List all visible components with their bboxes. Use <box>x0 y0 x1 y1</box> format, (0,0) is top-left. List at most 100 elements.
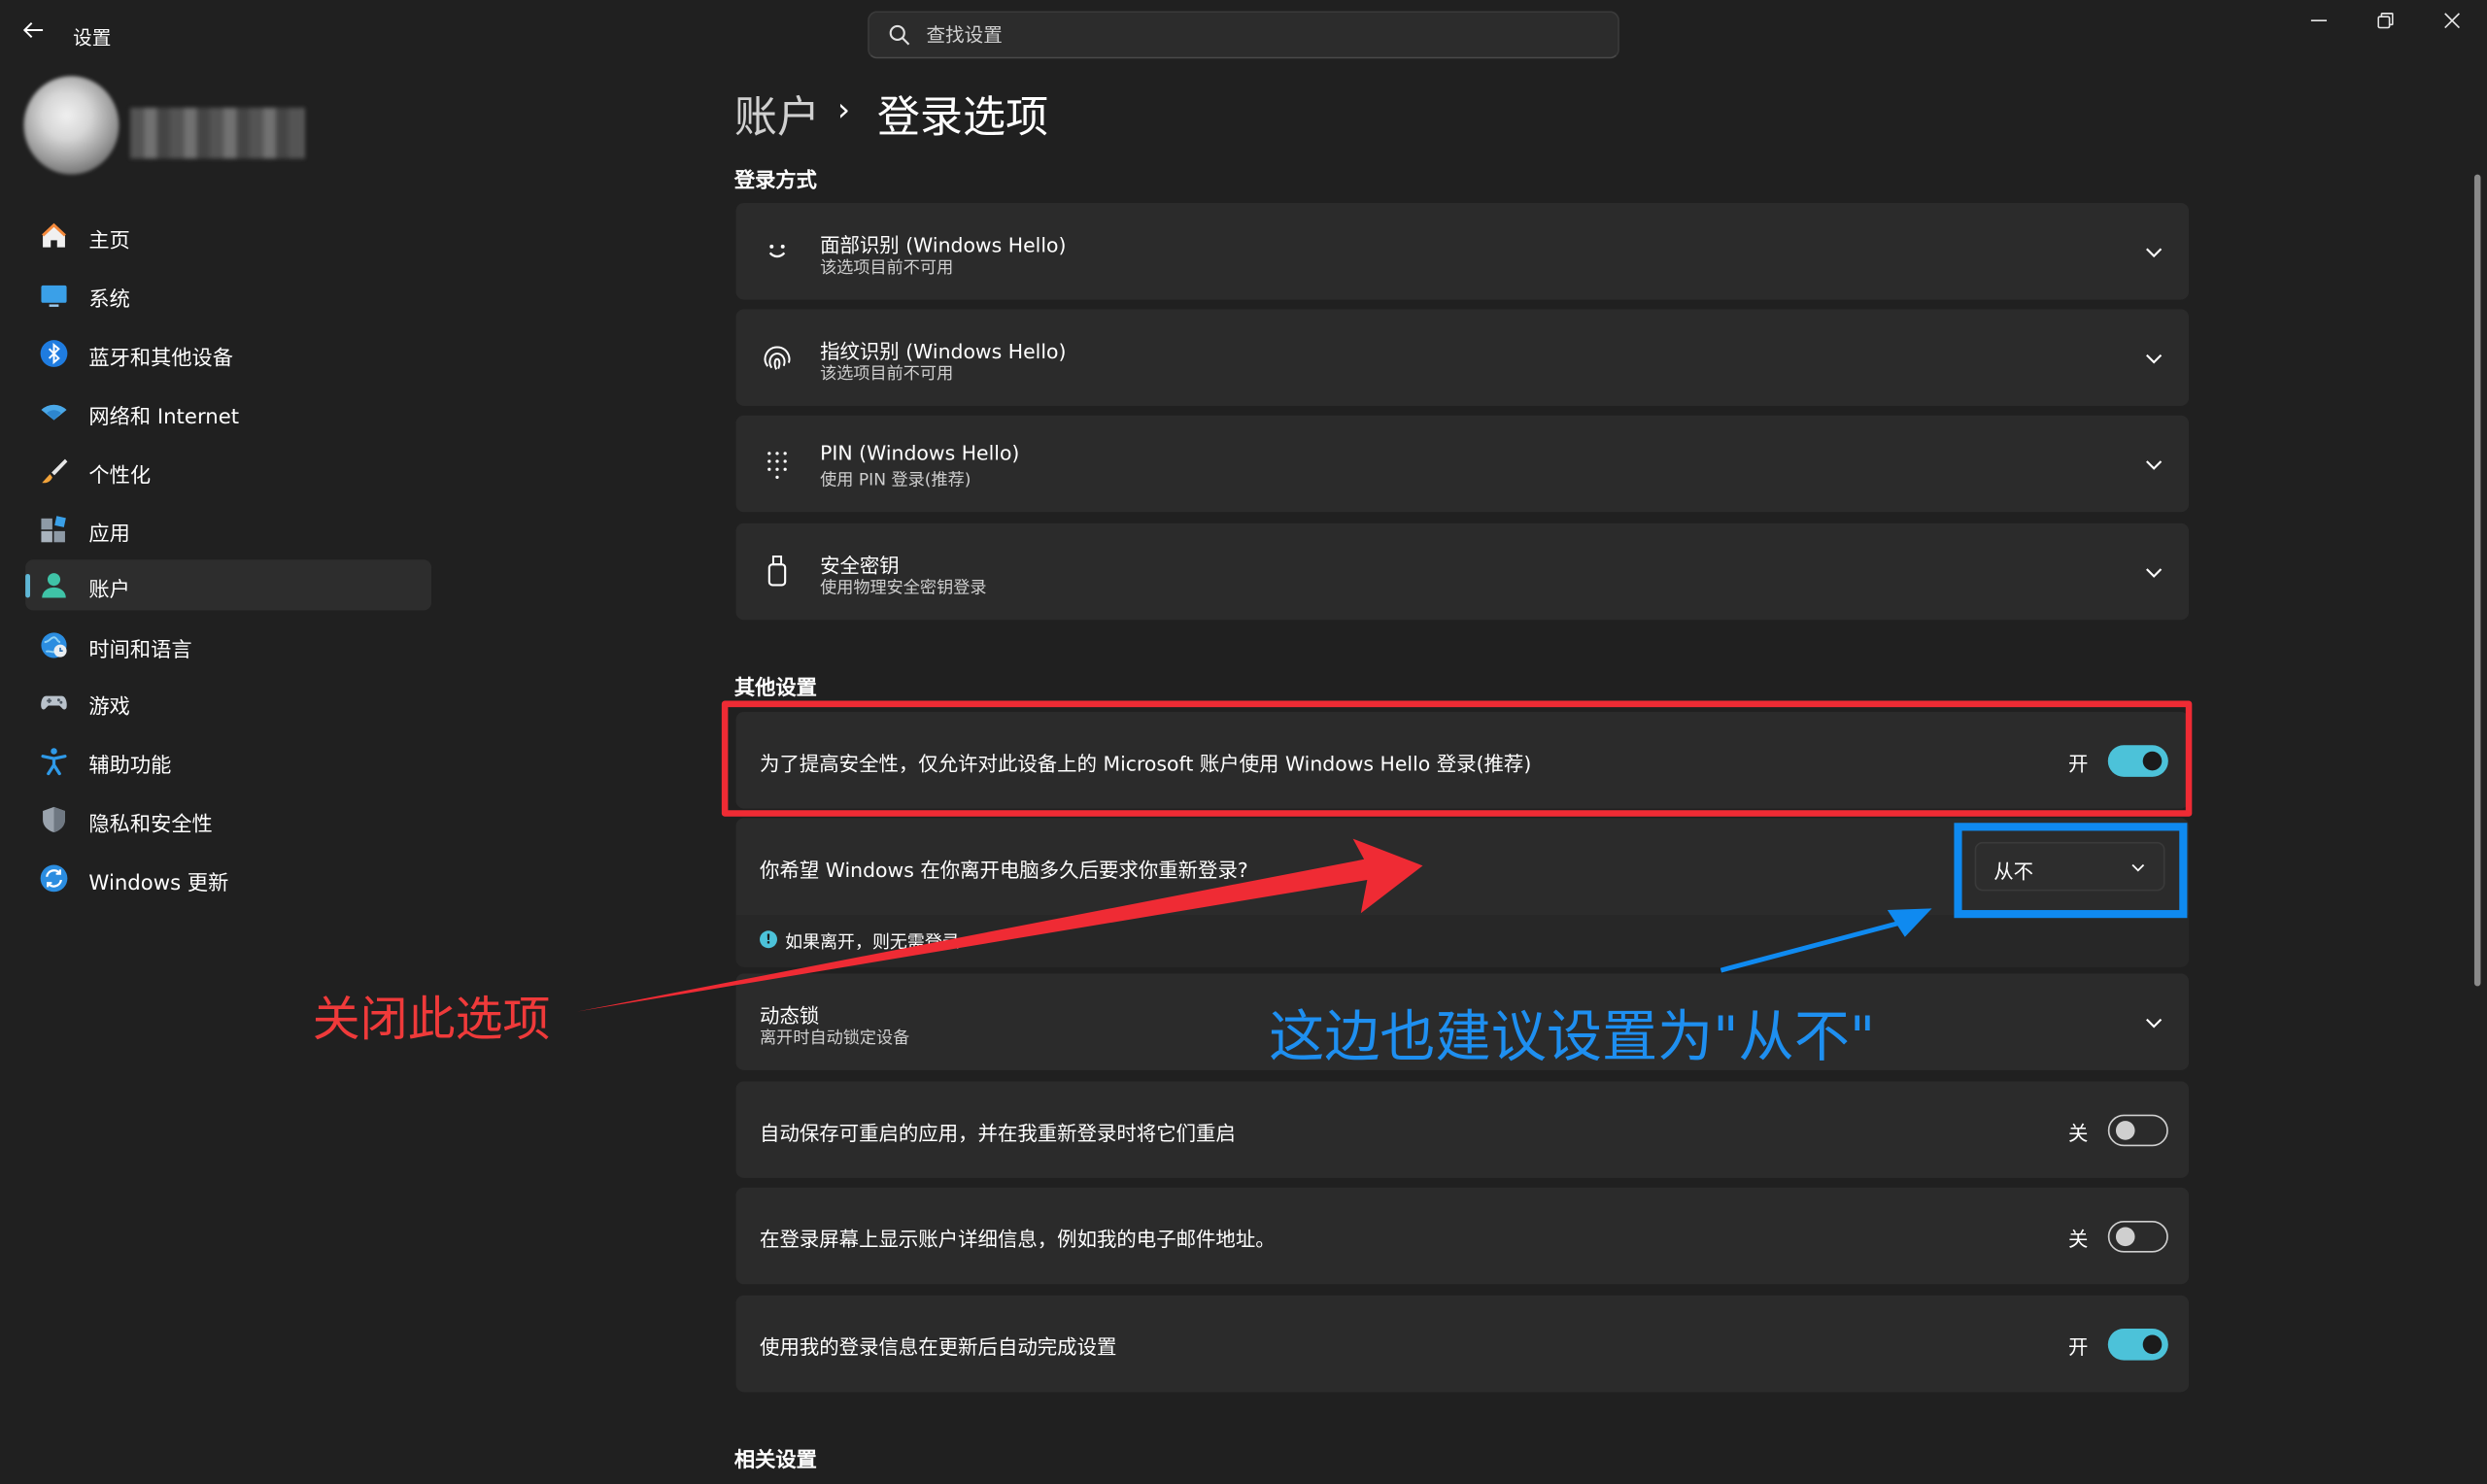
chevron-down-icon <box>2146 248 2163 258</box>
chevron-down-icon <box>2146 568 2163 578</box>
card-subtitle: 使用物理安全密钥登录 <box>820 578 987 598</box>
sidebar-item-label: 账户 <box>88 578 130 603</box>
sidebar-item-network[interactable]: 网络和 Internet <box>25 387 431 437</box>
chevron-down-icon <box>2146 460 2163 470</box>
bluetooth-icon <box>40 340 68 367</box>
scrollbar[interactable] <box>2473 174 2481 987</box>
sidebar-item-label: 主页 <box>88 229 130 254</box>
restart-apps-setting: 自动保存可重启的应用，并在我重新登录时将它们重启 关 <box>735 1081 2190 1178</box>
red-annotation-text: 关闭此选项 <box>312 992 551 1049</box>
breadcrumb-separator: › <box>837 90 851 129</box>
other-settings-heading: 其他设置 <box>733 677 817 701</box>
card-subtitle: 该选项目前不可用 <box>820 364 954 385</box>
setting-label: 使用我的登录信息在更新后自动完成设置 <box>760 1334 1117 1360</box>
maximize-button[interactable] <box>2354 7 2417 42</box>
back-button[interactable] <box>20 17 52 50</box>
page-title: 登录选项 <box>876 93 1049 143</box>
card-title: 面部识别 (Windows Hello) <box>820 232 1067 257</box>
toggle-state-label: 关 <box>2067 1121 2089 1145</box>
update-icon <box>40 864 68 893</box>
sidebar-item-system[interactable]: 系统 <box>25 270 431 320</box>
sidebar-item-gaming[interactable]: 游戏 <box>25 677 431 727</box>
toggle-state-label: 开 <box>2067 1334 2089 1360</box>
require-signin-info: ! 如果离开，则无需登录 <box>735 914 2190 967</box>
search-icon <box>889 24 910 46</box>
fingerprint-card[interactable]: 指纹识别 (Windows Hello) 该选项目前不可用 <box>735 309 2190 406</box>
sidebar-item-label: 应用 <box>88 523 130 548</box>
sidebar-item-time-language[interactable]: 时间和语言 <box>25 620 431 670</box>
sidebar-item-label: 网络和 Internet <box>88 405 240 430</box>
window-title: 设置 <box>73 26 112 50</box>
card-title: PIN (Windows Hello) <box>820 440 1020 465</box>
use-signin-info-toggle[interactable] <box>2107 1329 2168 1361</box>
pin-keypad-icon <box>767 452 787 480</box>
card-subtitle: 离开时自动锁定设备 <box>760 1029 910 1049</box>
sidebar-item-personalization[interactable]: 个性化 <box>25 446 431 496</box>
gamepad-icon <box>41 695 67 710</box>
home-icon <box>42 222 66 248</box>
red-highlight-box <box>721 700 2193 817</box>
accessibility-icon <box>41 748 67 776</box>
show-account-details-setting: 在登录屏幕上显示账户详细信息，例如我的电子邮件地址。 关 <box>735 1187 2190 1285</box>
selection-indicator <box>25 573 31 598</box>
breadcrumb-parent[interactable]: 账户 <box>734 83 820 145</box>
back-arrow-icon <box>22 21 44 39</box>
sidebar-item-label: 时间和语言 <box>88 638 192 663</box>
restart-apps-toggle[interactable] <box>2107 1114 2168 1147</box>
sidebar-item-bluetooth[interactable]: 蓝牙和其他设备 <box>25 328 431 379</box>
face-icon <box>768 244 786 258</box>
info-icon: ! <box>760 930 777 949</box>
card-subtitle: 该选项目前不可用 <box>820 258 954 278</box>
sidebar-item-windows-update[interactable]: Windows 更新 <box>25 853 431 903</box>
signin-methods-heading: 登录方式 <box>733 169 817 194</box>
close-button[interactable] <box>2420 7 2483 42</box>
card-title: 安全密钥 <box>820 553 900 578</box>
sidebar-item-privacy[interactable]: 隐私和安全性 <box>25 794 431 845</box>
sidebar-item-apps[interactable]: 应用 <box>25 504 431 555</box>
face-recognition-card[interactable]: 面部识别 (Windows Hello) 该选项目前不可用 <box>735 202 2190 300</box>
search-input[interactable] <box>926 13 1593 57</box>
restore-icon <box>2377 13 2394 29</box>
security-key-card[interactable]: 安全密钥 使用物理安全密钥登录 <box>735 523 2190 621</box>
sidebar-item-label: 系统 <box>88 288 130 313</box>
sidebar-item-label: 辅助功能 <box>88 755 172 779</box>
toggle-state-label: 关 <box>2067 1227 2089 1252</box>
chevron-down-icon <box>2146 1018 2163 1029</box>
card-title: 指纹识别 (Windows Hello) <box>820 339 1067 363</box>
security-key-icon <box>767 556 787 587</box>
setting-label: 自动保存可重启的应用，并在我重新登录时将它们重启 <box>760 1121 1236 1145</box>
setting-label: 你希望 Windows 在你离开电脑多久后要求你重新登录? <box>760 858 1248 882</box>
avatar <box>23 76 119 175</box>
use-signin-info-setting: 使用我的登录信息在更新后自动完成设置 开 <box>735 1295 2190 1393</box>
sidebar-item-label: 蓝牙和其他设备 <box>88 347 234 372</box>
brush-icon <box>42 458 68 484</box>
sidebar-item-label: 个性化 <box>88 464 152 489</box>
sidebar-item-home[interactable]: 主页 <box>25 211 431 261</box>
setting-label: 在登录屏幕上显示账户详细信息，例如我的电子邮件地址。 <box>760 1227 1276 1252</box>
toggle-knob <box>2142 1334 2163 1355</box>
toggle-knob <box>2115 1227 2135 1247</box>
sidebar-item-accounts[interactable]: 账户 <box>25 559 432 611</box>
globe-icon <box>41 632 67 658</box>
blue-annotation-text: 这边也建议设置为"从不" <box>1269 1006 1876 1070</box>
sidebar-item-label: 游戏 <box>88 695 130 721</box>
pin-card[interactable]: PIN (Windows Hello) 使用 PIN 登录(推荐) <box>735 415 2190 513</box>
sidebar-item-label: 隐私和安全性 <box>88 813 213 837</box>
blue-highlight-box <box>1954 823 2188 919</box>
close-icon <box>2444 13 2461 29</box>
related-settings-heading: 相关设置 <box>733 1449 817 1473</box>
show-details-toggle[interactable] <box>2107 1221 2168 1253</box>
user-name-blurred <box>129 108 305 159</box>
search-box[interactable] <box>868 11 1619 59</box>
sidebar-item-label: Windows 更新 <box>88 871 229 896</box>
apps-icon <box>41 516 66 543</box>
card-subtitle: 使用 PIN 登录(推荐) <box>820 470 971 490</box>
card-title: 动态锁 <box>760 1003 820 1028</box>
minimize-button[interactable] <box>2287 7 2350 42</box>
chevron-down-icon <box>2146 354 2163 364</box>
wifi-icon <box>41 404 67 421</box>
account-icon <box>42 573 66 598</box>
sidebar-item-accessibility[interactable]: 辅助功能 <box>25 735 431 786</box>
info-text: 如果离开，则无需登录 <box>785 931 960 954</box>
fingerprint-icon <box>764 346 791 370</box>
